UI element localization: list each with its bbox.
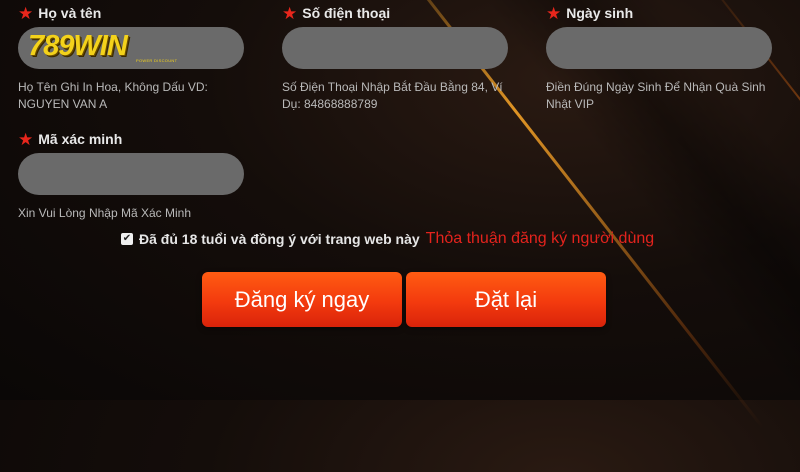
birthday-hint: Điền Đúng Ngày Sinh Để Nhận Quà Sinh Nhậ… <box>546 80 766 111</box>
captcha-label-text: Mã xác minh <box>38 131 123 147</box>
birthday-field-group: ★ Ngày sinh Điền Đúng Ngày Sinh Để Nhận … <box>546 3 776 113</box>
captcha-input[interactable] <box>18 153 244 195</box>
phone-label-text: Số điện thoại <box>302 5 391 21</box>
required-star-icon: ★ <box>282 3 298 23</box>
brand-logo-tagline: POWER DISCOUNT <box>136 58 178 63</box>
phone-label: ★ Số điện thoại <box>282 3 512 23</box>
agreement-row: ✔ Đã đủ 18 tuổi và đồng ý với trang web … <box>121 230 654 248</box>
brand-logo: 789WIN <box>28 30 128 62</box>
birthday-input[interactable] <box>546 27 772 69</box>
agreement-text: Đã đủ 18 tuổi và đồng ý với trang web nà… <box>139 231 420 247</box>
full-name-field-group: ★ Họ và tên 789WIN POWER DISCOUNT Họ Tên… <box>18 3 248 113</box>
agreement-checkbox[interactable]: ✔ <box>121 233 133 245</box>
required-star-icon: ★ <box>18 129 34 149</box>
captcha-hint: Xin Vui Lòng Nhập Mã Xác Minh <box>18 206 191 220</box>
captcha-label: ★ Mã xác minh <box>18 129 248 149</box>
phone-input[interactable] <box>282 27 508 69</box>
phone-hint: Số Điện Thoại Nhập Bắt Đầu Bằng 84, Ví D… <box>282 80 503 111</box>
user-agreement-link[interactable]: Thỏa thuận đăng ký người dùng <box>426 230 654 248</box>
full-name-hint: Họ Tên Ghi In Hoa, Không Dấu VD: NGUYEN … <box>18 80 208 111</box>
full-name-label-text: Họ và tên <box>38 5 102 21</box>
birthday-label-text: Ngày sinh <box>566 5 634 21</box>
full-name-label: ★ Họ và tên <box>18 3 248 23</box>
required-star-icon: ★ <box>18 3 34 23</box>
full-name-input[interactable]: 789WIN POWER DISCOUNT <box>18 27 244 69</box>
reset-button[interactable]: Đặt lại <box>406 272 606 327</box>
register-button[interactable]: Đăng ký ngay <box>202 272 402 327</box>
birthday-label: ★ Ngày sinh <box>546 3 776 23</box>
phone-field-group: ★ Số điện thoại Số Điện Thoại Nhập Bắt Đ… <box>282 3 512 113</box>
required-star-icon: ★ <box>546 3 562 23</box>
captcha-field-group: ★ Mã xác minh Xin Vui Lòng Nhập Mã Xác M… <box>18 129 248 222</box>
